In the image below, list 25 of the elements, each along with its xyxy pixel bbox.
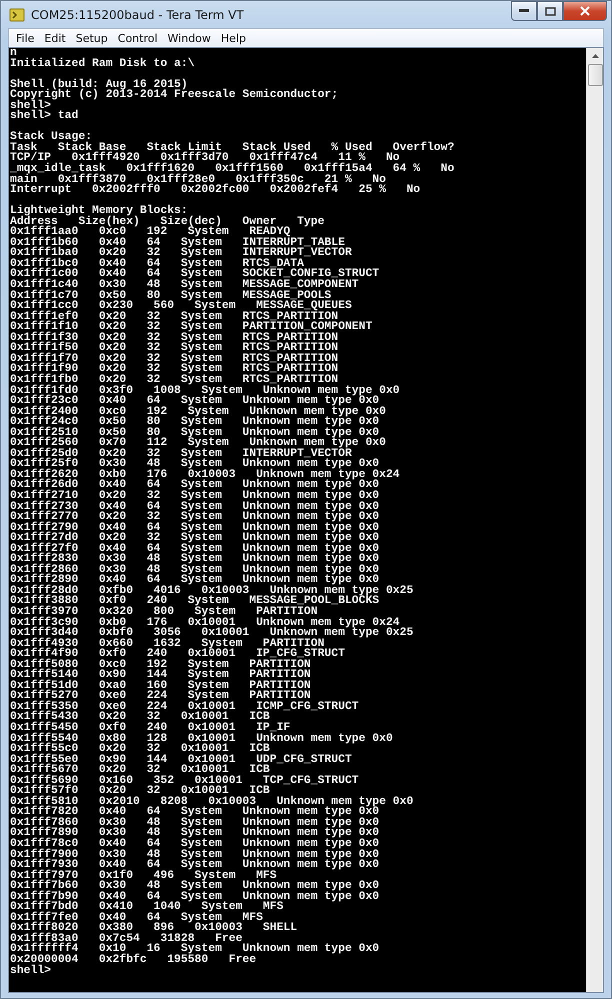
window-title: COM25:115200baud - Tera Term VT <box>31 8 245 22</box>
terminal-line: n <box>10 48 17 59</box>
close-button[interactable] <box>563 1 607 21</box>
menu-item[interactable]: File <box>11 29 40 47</box>
terminal-line: 0x1fff5450 0xf0 240 0x10001 IP_IF <box>10 722 290 734</box>
terminal-line: 0x1fff2710 0x20 32 System Unknown mem type 0x0 <box>10 490 380 502</box>
scroll-thumb[interactable] <box>588 64 602 86</box>
menu-item[interactable]: Setup <box>70 29 113 47</box>
terminal-line: shell> tad <box>10 110 78 122</box>
terminal-line: Interrupt 0x2002fff0 0x2002fc00 0x2002fef4 25 % No <box>10 184 420 196</box>
terminal-line: Initialized Ram Disk to a:\ <box>10 58 195 70</box>
app-icon <box>9 8 25 22</box>
minimize-icon <box>519 9 529 13</box>
menu-item[interactable]: Help <box>216 29 251 47</box>
terminal-line: shell> <box>10 964 52 977</box>
menu-item[interactable]: Edit <box>39 29 71 47</box>
menu-item[interactable]: Control <box>112 29 163 47</box>
restore-icon <box>544 6 556 16</box>
maximize-button[interactable] <box>537 1 563 21</box>
terminal-line: 0x1fff3970 0x320 800 System PARTITION <box>10 606 318 618</box>
close-icon <box>580 6 590 16</box>
terminal-line: 0x1fff1fb0 0x20 32 System RTCS_PARTITION <box>10 374 338 386</box>
minimize-button[interactable] <box>511 1 537 21</box>
menu-item[interactable]: Window <box>162 29 216 47</box>
scroll-up-icon[interactable] <box>592 54 598 58</box>
